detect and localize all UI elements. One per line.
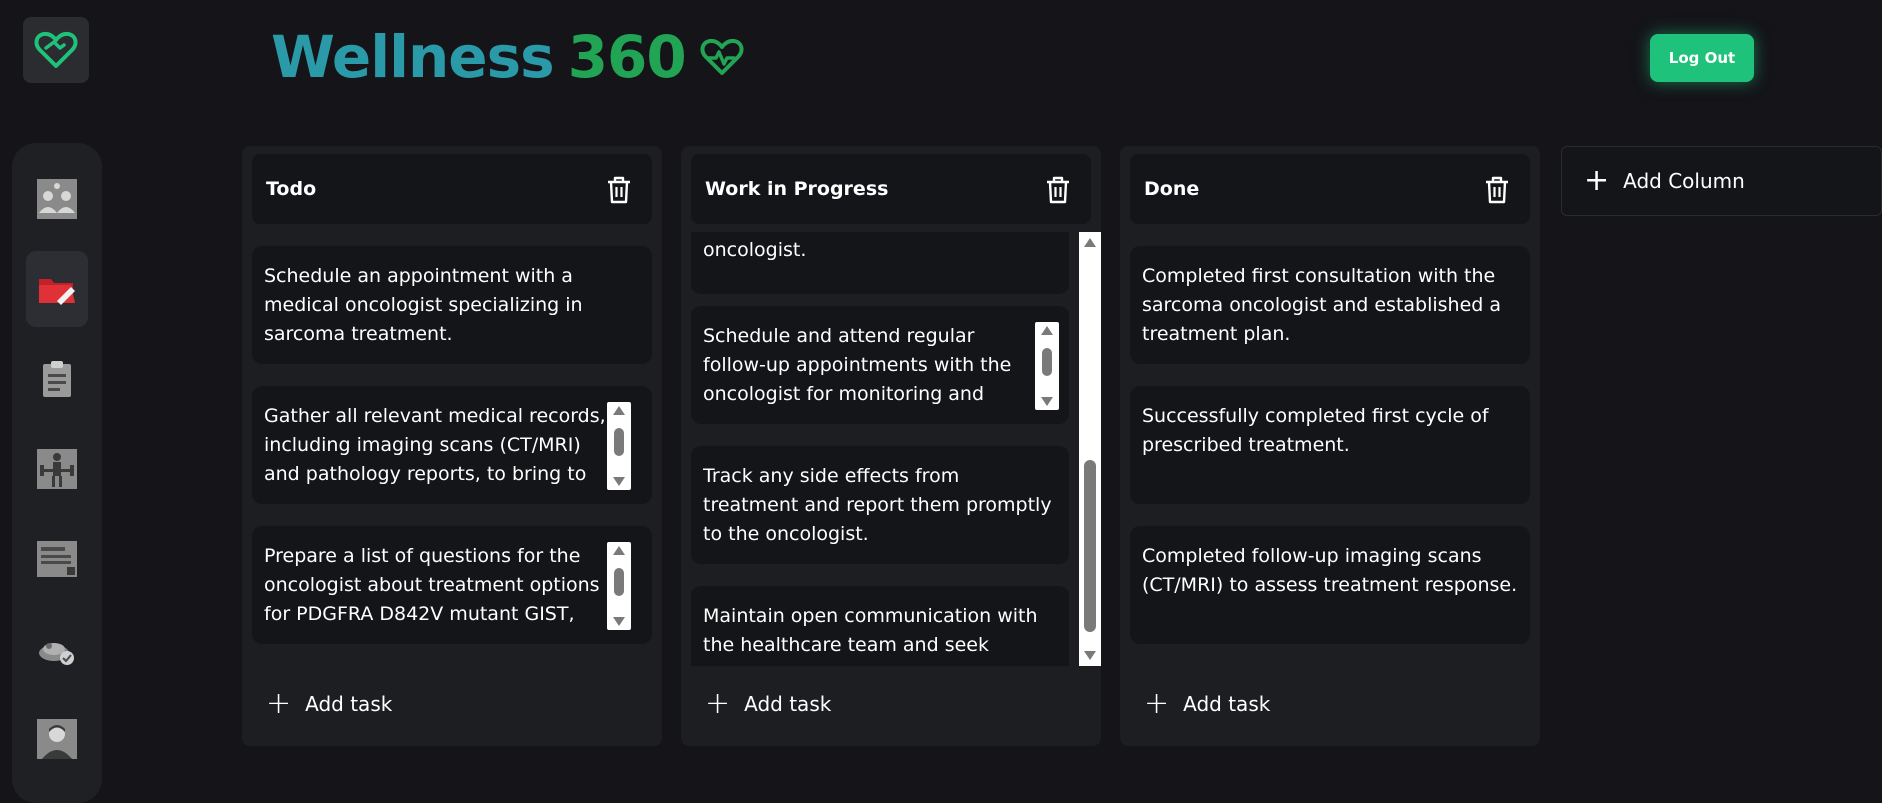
- plus-icon: +: [266, 686, 292, 721]
- app-title-part1: Wellness: [271, 23, 555, 91]
- task-card-text[interactable]: Gather all relevant medical records, inc…: [264, 402, 616, 490]
- medical-folder-icon: [39, 279, 75, 305]
- heart-handshake-icon: [34, 31, 78, 68]
- trash-icon[interactable]: [1484, 176, 1510, 204]
- app-logo[interactable]: [23, 17, 89, 83]
- task-card[interactable]: Schedule an appointment with a medical o…: [252, 246, 652, 364]
- column-title[interactable]: Done: [1144, 154, 1199, 224]
- column-header: Todo: [252, 154, 652, 224]
- clipboard-icon: [43, 361, 71, 397]
- logout-button[interactable]: Log Out: [1650, 34, 1754, 82]
- task-card[interactable]: Completed first consultation with the sa…: [1130, 246, 1530, 364]
- sidebar-item-fitness[interactable]: [26, 431, 88, 507]
- column-work-in-progress: oncologist. Schedule and attend regular …: [681, 146, 1101, 746]
- task-card-text[interactable]: Schedule an appointment with a medical o…: [264, 262, 642, 350]
- sidebar-item-team[interactable]: [26, 161, 88, 237]
- team-icon: [37, 179, 77, 219]
- task-card[interactable]: Gather all relevant medical records, inc…: [252, 386, 652, 504]
- task-card-text[interactable]: Completed follow-up imaging scans (CT/MR…: [1142, 542, 1520, 630]
- fitness-icon: [37, 449, 77, 489]
- column-done: Done Completed first consultation with t…: [1120, 146, 1540, 746]
- heartbeat-icon: [700, 37, 744, 77]
- task-card-scrollbar[interactable]: [607, 402, 631, 490]
- task-card-scrollbar[interactable]: [1035, 322, 1059, 410]
- app-title-part2: 360: [567, 23, 687, 91]
- task-card[interactable]: Prepare a list of questions for the onco…: [252, 526, 652, 644]
- column-title[interactable]: Todo: [266, 154, 316, 224]
- sidebar-item-medical-records[interactable]: [26, 251, 88, 327]
- task-card-text[interactable]: Schedule and attend regular follow-up ap…: [703, 322, 1033, 410]
- add-task-label: Add task: [1183, 692, 1271, 716]
- task-card-text[interactable]: Maintain open communication with the hea…: [703, 602, 1059, 666]
- task-card-text[interactable]: Track any side effects from treatment an…: [703, 462, 1059, 550]
- food-icon: [39, 643, 74, 665]
- add-column-label: Add Column: [1623, 169, 1745, 193]
- app-title: Wellness 360: [271, 20, 744, 94]
- add-task-button[interactable]: + Add task: [1144, 686, 1270, 722]
- task-card[interactable]: Completed follow-up imaging scans (CT/MR…: [1130, 526, 1530, 644]
- plus-icon: +: [1144, 686, 1170, 721]
- task-card-scrollbar[interactable]: [607, 542, 631, 630]
- task-card-text[interactable]: Prepare a list of questions for the onco…: [264, 542, 616, 630]
- column-header: Work in Progress: [691, 154, 1091, 224]
- profile-icon: [37, 719, 77, 759]
- sidebar: [12, 143, 102, 803]
- task-card-text[interactable]: Completed first consultation with the sa…: [1142, 262, 1520, 350]
- add-task-button[interactable]: + Add task: [705, 686, 831, 722]
- sidebar-item-nutrition[interactable]: [26, 611, 88, 687]
- sidebar-item-tasks[interactable]: [26, 341, 88, 417]
- column-header: Done: [1130, 154, 1530, 224]
- column-scroll-area[interactable]: oncologist. Schedule and attend regular …: [681, 232, 1101, 666]
- column-scrollbar[interactable]: [1079, 232, 1101, 666]
- trash-icon[interactable]: [1045, 176, 1071, 204]
- trash-icon[interactable]: [606, 176, 632, 204]
- task-card[interactable]: Maintain open communication with the hea…: [691, 586, 1069, 666]
- sidebar-item-profile[interactable]: [26, 701, 88, 777]
- add-task-label: Add task: [305, 692, 393, 716]
- add-column-button[interactable]: + Add Column: [1561, 146, 1882, 216]
- add-task-button[interactable]: + Add task: [266, 686, 392, 722]
- task-card-text[interactable]: oncologist.: [703, 236, 1059, 265]
- id-card-icon: [37, 541, 77, 577]
- task-card[interactable]: oncologist.: [691, 232, 1069, 294]
- plus-icon: +: [1584, 163, 1610, 198]
- column-title[interactable]: Work in Progress: [705, 154, 888, 224]
- task-card[interactable]: Successfully completed first cycle of pr…: [1130, 386, 1530, 504]
- sidebar-item-records[interactable]: [26, 521, 88, 597]
- add-task-label: Add task: [744, 692, 832, 716]
- column-todo: Todo Schedule an appointment with a medi…: [242, 146, 662, 746]
- task-card-text[interactable]: Successfully completed first cycle of pr…: [1142, 402, 1520, 490]
- plus-icon: +: [705, 686, 731, 721]
- task-card[interactable]: Schedule and attend regular follow-up ap…: [691, 306, 1069, 424]
- task-card[interactable]: Track any side effects from treatment an…: [691, 446, 1069, 564]
